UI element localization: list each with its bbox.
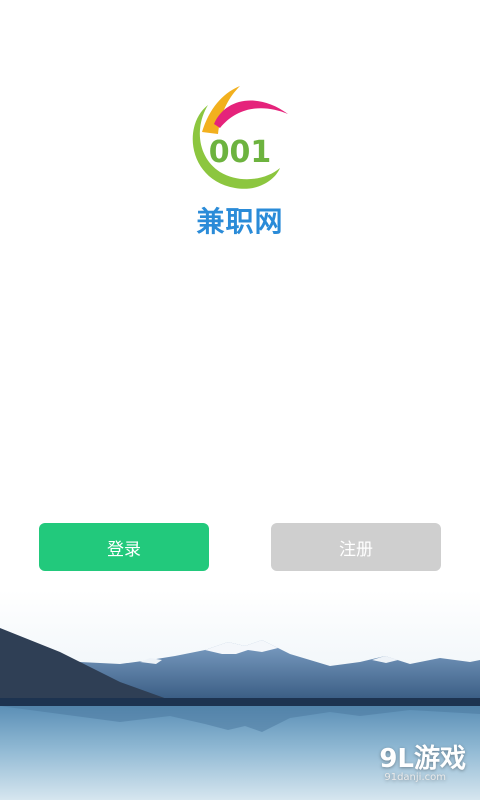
register-button[interactable]: 注册 <box>271 523 441 571</box>
logo-emblem-icon: 001 <box>192 86 288 189</box>
app-logo: 001 兼职网 <box>180 80 300 240</box>
watermark-main: 9L游戏 <box>379 744 466 774</box>
brand-name: 兼职网 <box>196 205 284 238</box>
login-button[interactable]: 登录 <box>39 523 209 571</box>
watermark: 9L游戏 91danji.com <box>336 738 466 790</box>
logo-number: 001 <box>209 135 272 170</box>
watermark-sub: 91danji.com <box>384 772 446 783</box>
